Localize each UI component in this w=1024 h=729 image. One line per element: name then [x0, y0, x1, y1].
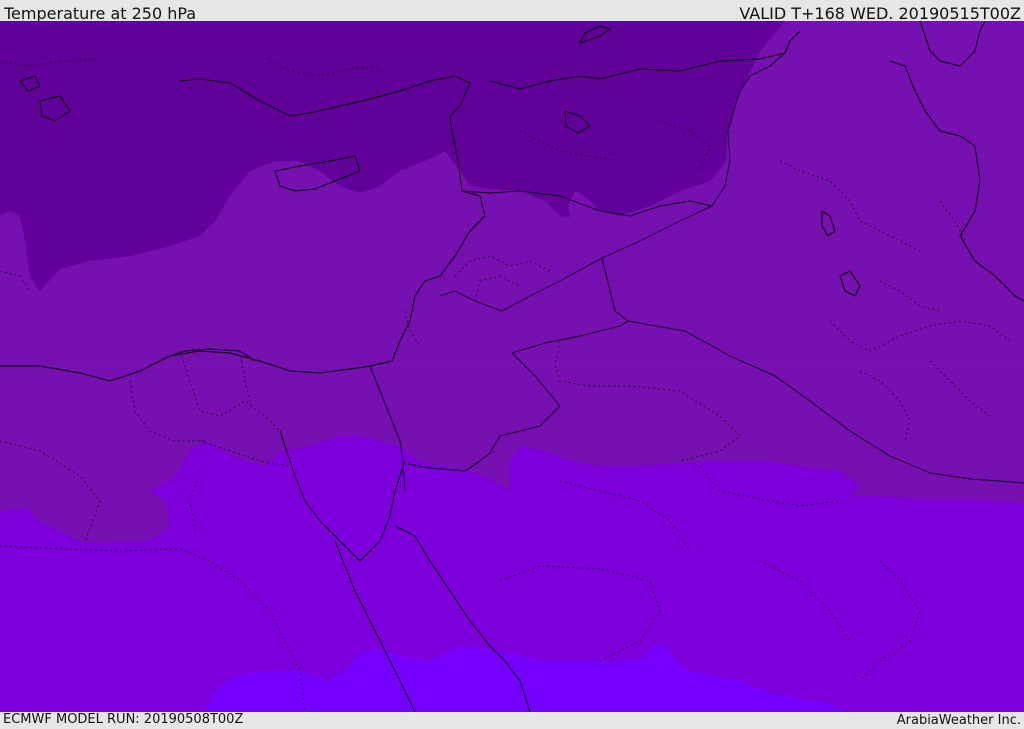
forecast-map[interactable]: [0, 21, 1024, 712]
header-bar: Temperature at 250 hPa VALID T+168 WED. …: [0, 0, 1024, 23]
map-viewer: Temperature at 250 hPa VALID T+168 WED. …: [0, 0, 1024, 729]
model-run-label: ECMWF MODEL RUN: 20190508T00Z: [3, 712, 244, 727]
credit-label: ArabiaWeather Inc.: [896, 713, 1021, 728]
map-canvas: [0, 21, 1024, 712]
footer-bar: ECMWF MODEL RUN: 20190508T00Z ArabiaWeat…: [0, 712, 1024, 729]
